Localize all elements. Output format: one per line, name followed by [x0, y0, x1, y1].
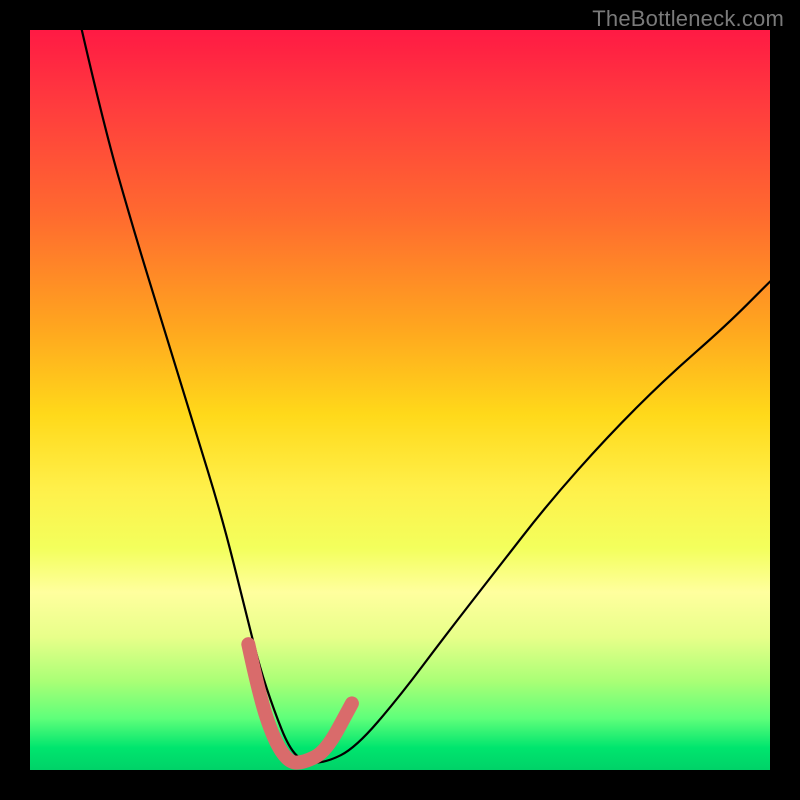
- valley-highlight-path: [248, 644, 352, 762]
- chart-area: [30, 30, 770, 770]
- chart-svg: [30, 30, 770, 770]
- watermark-label: TheBottleneck.com: [592, 6, 784, 32]
- bottleneck-curve-path: [82, 30, 770, 763]
